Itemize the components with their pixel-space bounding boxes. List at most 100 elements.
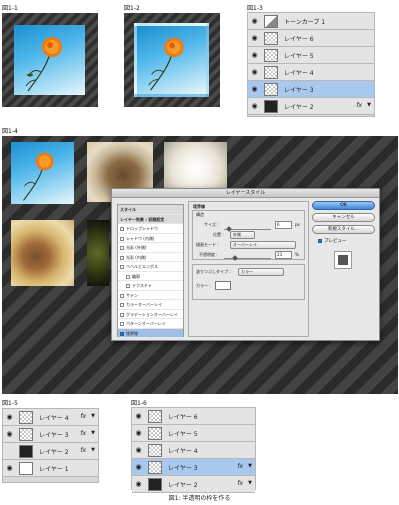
checkbox-icon[interactable]	[120, 293, 124, 298]
layer-row[interactable]: ◉ レイヤー 5	[248, 47, 374, 64]
layer-thumbnail	[19, 411, 33, 424]
eye-icon[interactable]: ◉	[5, 463, 14, 473]
layer-row[interactable]: ◉ レイヤー 2 fx ▼	[132, 476, 255, 493]
expand-arrow-icon[interactable]: ▼	[91, 430, 95, 436]
layer-name: レイヤー 1	[39, 466, 69, 473]
layer-row[interactable]: ◉ レイヤー 2 fx ▼	[248, 98, 374, 115]
layer-row[interactable]: ◉ レイヤー 1	[3, 460, 98, 477]
layer-effects-icon[interactable]: fx	[237, 463, 243, 470]
expand-arrow-icon[interactable]: ▼	[367, 102, 371, 108]
checkbox-icon[interactable]	[120, 312, 124, 317]
layer-row[interactable]: ◉ レイヤー 4	[132, 442, 255, 459]
layer-row[interactable]: ◉ レイヤー 3 fx ▼	[3, 426, 98, 443]
effect-item[interactable]: サテン	[118, 291, 183, 300]
layer-row[interactable]: ◉ レイヤー 4	[248, 64, 374, 81]
effect-label: ドロップシャドウ	[126, 226, 158, 231]
effect-item[interactable]: グラデーションオーバーレイ	[118, 310, 183, 319]
layer-row[interactable]: ◉ レイヤー 6	[248, 30, 374, 47]
layer-effects-icon[interactable]: fx	[237, 480, 243, 487]
effect-item[interactable]: 光彩 (外側)	[118, 243, 183, 253]
checkbox-icon[interactable]	[120, 322, 124, 326]
effect-item[interactable]: ベベルとエンボス	[118, 262, 183, 272]
fill-type-select[interactable]: カラー	[238, 268, 284, 276]
effect-item[interactable]: 輪郭	[118, 272, 183, 281]
layer-row[interactable]: ◉ レイヤー 3	[248, 81, 374, 98]
checkbox-icon[interactable]	[120, 236, 124, 241]
effect-item[interactable]: パターンオーバーレイ	[118, 319, 183, 329]
expand-arrow-icon[interactable]: ▼	[248, 480, 252, 486]
opacity-slider-knob[interactable]	[231, 255, 238, 261]
checkbox-icon[interactable]	[120, 227, 124, 231]
flower-photo	[14, 25, 85, 95]
styles-header[interactable]: スタイル	[118, 205, 183, 215]
checkbox-icon[interactable]	[120, 255, 124, 260]
layer-thumbnail	[264, 83, 278, 96]
opacity-input[interactable]: 23	[275, 251, 292, 259]
preview-checkbox[interactable]: プレビュー	[318, 238, 347, 244]
effect-item[interactable]: 境界線	[118, 328, 183, 338]
eye-icon[interactable]: ◉	[134, 411, 143, 421]
layer-name: レイヤー 6	[168, 414, 198, 421]
layer-thumbnail	[148, 427, 162, 440]
effect-label: 光彩 (内側)	[126, 254, 147, 260]
eye-icon[interactable]: ◉	[134, 462, 143, 472]
layer-name: レイヤー 2	[39, 449, 69, 456]
layers-panel-1-6: ◉ レイヤー 6 ◉ レイヤー 5 ◉ レイヤー 4 ◉ レイヤー 3 fx ▼ ◉ レイヤー 2 fx…	[131, 407, 256, 493]
effect-item[interactable]: カラーオーバーレイ	[118, 300, 183, 310]
eye-icon[interactable]: ◉	[250, 16, 259, 26]
size-input[interactable]: 6	[275, 221, 292, 229]
effect-item[interactable]: テクスチャ	[118, 281, 183, 291]
eye-icon[interactable]: ◉	[5, 412, 14, 422]
layer-row[interactable]: ◉ トーンカーブ 1	[248, 13, 374, 30]
blend-mode-select[interactable]: オーバーレイ	[230, 241, 296, 249]
eye-icon[interactable]: ◉	[134, 479, 143, 489]
new-style-button[interactable]: 新規スタイル...	[312, 225, 375, 234]
eye-icon[interactable]: ◉	[134, 445, 143, 455]
stroke-color-swatch[interactable]	[215, 281, 231, 290]
expand-arrow-icon[interactable]: ▼	[248, 463, 252, 469]
checkbox-icon[interactable]	[126, 284, 130, 288]
eye-icon[interactable]: ◉	[250, 33, 259, 43]
eye-icon[interactable]: ◉	[134, 428, 143, 438]
eye-icon[interactable]: ◉	[250, 67, 259, 77]
opacity-slider[interactable]	[224, 258, 271, 259]
layer-style-dialog: レイヤースタイル スタイル レイヤー効果 : 初期設定 ドロップシャドウ シャドウ…	[111, 188, 380, 341]
checkbox-icon[interactable]	[120, 265, 124, 269]
eye-icon[interactable]: ◉	[250, 84, 259, 94]
cancel-button[interactable]: キャンセル	[312, 213, 375, 222]
layer-name: レイヤー 3	[39, 432, 69, 439]
figure-label-1-2: 図1-2	[124, 5, 140, 12]
effect-item[interactable]: ドロップシャドウ	[118, 224, 183, 234]
ok-button[interactable]: OK	[312, 201, 375, 210]
layer-thumbnail	[19, 428, 33, 441]
position-select[interactable]: 外側	[230, 231, 255, 239]
layer-effects-icon[interactable]: fx	[80, 430, 86, 437]
checkbox-icon[interactable]	[120, 246, 124, 250]
layer-effects-icon[interactable]: fx	[356, 102, 362, 109]
styles-list: スタイル レイヤー効果 : 初期設定 ドロップシャドウ シャドウ (内側) 光彩 (…	[117, 204, 184, 338]
photo-flower	[11, 142, 74, 204]
checkbox-icon[interactable]	[120, 303, 124, 307]
expand-arrow-icon[interactable]: ▼	[91, 447, 95, 453]
checkbox-icon[interactable]	[120, 331, 124, 336]
layer-effects-icon[interactable]: fx	[80, 413, 86, 420]
layer-row[interactable]: ◉ レイヤー 5	[132, 425, 255, 442]
layer-row[interactable]: ◉ レイヤー 4 fx ▼	[3, 409, 98, 426]
photo-partial	[87, 220, 109, 286]
layer-row[interactable]: レイヤー 2 fx ▼	[3, 443, 98, 460]
figure-label-1-5: 図1-5	[2, 400, 18, 407]
fill-type-value: カラー	[241, 269, 253, 274]
eye-icon[interactable]: ◉	[250, 50, 259, 60]
layer-row[interactable]: ◉ レイヤー 3 fx ▼	[132, 459, 255, 476]
eye-icon[interactable]: ◉	[250, 101, 259, 111]
layer-thumbnail	[148, 478, 162, 491]
blend-options-header[interactable]: レイヤー効果 : 初期設定	[118, 214, 183, 224]
layer-effects-icon[interactable]: fx	[80, 447, 86, 454]
layer-row[interactable]: ◉ レイヤー 6	[132, 408, 255, 425]
effect-item[interactable]: 光彩 (内側)	[118, 253, 183, 262]
expand-arrow-icon[interactable]: ▼	[91, 413, 95, 419]
eye-icon[interactable]	[5, 446, 14, 456]
checkbox-icon[interactable]	[126, 274, 130, 279]
effect-item[interactable]: シャドウ (内側)	[118, 234, 183, 243]
eye-icon[interactable]: ◉	[5, 429, 14, 439]
